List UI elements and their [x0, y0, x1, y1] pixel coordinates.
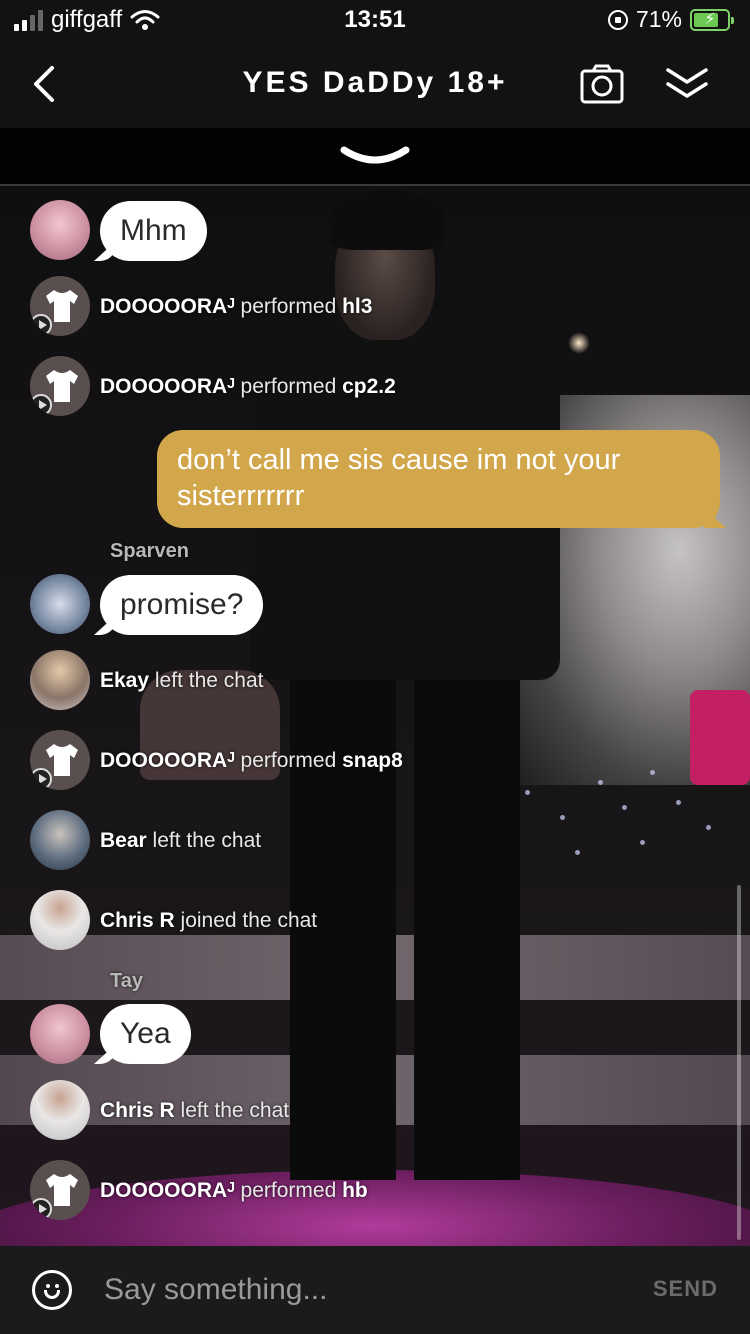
avatar[interactable]	[30, 810, 90, 870]
user-name[interactable]: DOOOOORAᴶ	[100, 1179, 235, 1202]
chat-header: YES DaDDy 18+	[0, 42, 750, 128]
sender-name[interactable]: Sparven	[110, 540, 189, 563]
play-icon	[30, 394, 52, 416]
chat-scrollbar[interactable]	[737, 885, 741, 1240]
system-message: DOOOOORAᴶ performed cp2.2	[100, 372, 396, 402]
message-row: Sparven promise?	[0, 540, 750, 636]
status-right: 71% ⚡	[607, 6, 734, 33]
system-row: DOOOOORAᴶ performed hb	[0, 1160, 750, 1220]
system-message: DOOOOORAᴶ performed snap8	[100, 746, 403, 776]
system-row: Chris R left the chat	[0, 1080, 750, 1140]
action-text: left the chat	[154, 669, 264, 692]
emoji-icon[interactable]	[32, 1270, 72, 1310]
system-row: DOOOOORAᴶ performed cp2.2	[0, 356, 750, 416]
action-text: performed	[240, 749, 337, 772]
user-name[interactable]: Chris R	[100, 909, 175, 932]
user-name[interactable]: DOOOOORAᴶ	[100, 295, 235, 318]
system-message: Bear left the chat	[100, 826, 261, 856]
user-name[interactable]: Ekay	[100, 669, 149, 692]
action-item: cp2.2	[342, 375, 396, 398]
rotation-lock-icon	[607, 9, 628, 30]
action-text: performed	[240, 295, 337, 318]
avatar[interactable]	[30, 1080, 90, 1140]
message-input[interactable]	[104, 1268, 624, 1312]
system-message: Ekay left the chat	[100, 666, 263, 696]
play-icon	[30, 1198, 52, 1220]
message-row: Mhm	[0, 200, 750, 262]
action-item: hl3	[342, 295, 373, 318]
user-name[interactable]: Chris R	[100, 1099, 175, 1122]
system-message: Chris R left the chat	[100, 1096, 289, 1126]
play-icon	[30, 768, 52, 790]
system-message: Chris R joined the chat	[100, 906, 317, 936]
action-item: snap8	[342, 749, 403, 772]
chevron-down-icon	[340, 146, 410, 164]
camera-icon[interactable]	[580, 64, 624, 104]
own-message-bubble: don’t call me sis cause im not your sist…	[157, 430, 720, 528]
avatar[interactable]	[30, 574, 90, 634]
play-icon	[30, 314, 52, 336]
chat-feed[interactable]: Mhm DOOOOORAᴶ performed hl3 DOOOOORAᴶ pe…	[0, 188, 750, 1246]
message-composer: SEND	[0, 1246, 750, 1334]
message-bubble: Yea	[100, 1004, 191, 1064]
chat-room-title: YES DaDDy 18+	[242, 66, 508, 99]
system-message: DOOOOORAᴶ performed hb	[100, 1176, 368, 1206]
avatar[interactable]	[30, 730, 90, 790]
action-text: left the chat	[180, 1099, 290, 1122]
charging-bolt-icon: ⚡	[704, 10, 716, 28]
avatar[interactable]	[30, 650, 90, 710]
avatar[interactable]	[30, 890, 90, 950]
send-button[interactable]: SEND	[653, 1276, 718, 1302]
action-item: hb	[342, 1179, 368, 1202]
user-name[interactable]: DOOOOORAᴶ	[100, 375, 235, 398]
message-bubble: promise?	[100, 575, 264, 635]
system-row: DOOOOORAᴶ performed hl3	[0, 276, 750, 336]
battery-icon: ⚡	[690, 8, 734, 31]
avatar[interactable]	[30, 356, 90, 416]
system-row: Chris R joined the chat	[0, 890, 750, 950]
action-text: performed	[240, 375, 337, 398]
avatar[interactable]	[30, 1160, 90, 1220]
sender-name[interactable]: Tay	[110, 970, 143, 993]
double-chevron-down-icon[interactable]	[664, 64, 710, 104]
battery-percent: 71%	[635, 6, 682, 32]
message-bubble: Mhm	[100, 201, 207, 261]
own-message-row: don’t call me sis cause im not your sist…	[0, 430, 750, 528]
avatar[interactable]	[30, 276, 90, 336]
system-row: Ekay left the chat	[0, 650, 750, 710]
action-text: left the chat	[152, 829, 262, 852]
chat-drawer-handle[interactable]	[0, 128, 750, 186]
message-row: Tay Yea	[0, 970, 750, 1066]
action-text: joined the chat	[180, 909, 318, 932]
user-name[interactable]: Bear	[100, 829, 147, 852]
system-row: Bear left the chat	[0, 810, 750, 870]
system-row: DOOOOORAᴶ performed snap8	[0, 730, 750, 790]
system-message: DOOOOORAᴶ performed hl3	[100, 292, 372, 322]
user-name[interactable]: DOOOOORAᴶ	[100, 749, 235, 772]
avatar[interactable]	[30, 200, 90, 260]
avatar[interactable]	[30, 1004, 90, 1064]
action-text: performed	[240, 1179, 337, 1202]
status-bar: giffgaff 13:51 71% ⚡	[0, 0, 750, 42]
